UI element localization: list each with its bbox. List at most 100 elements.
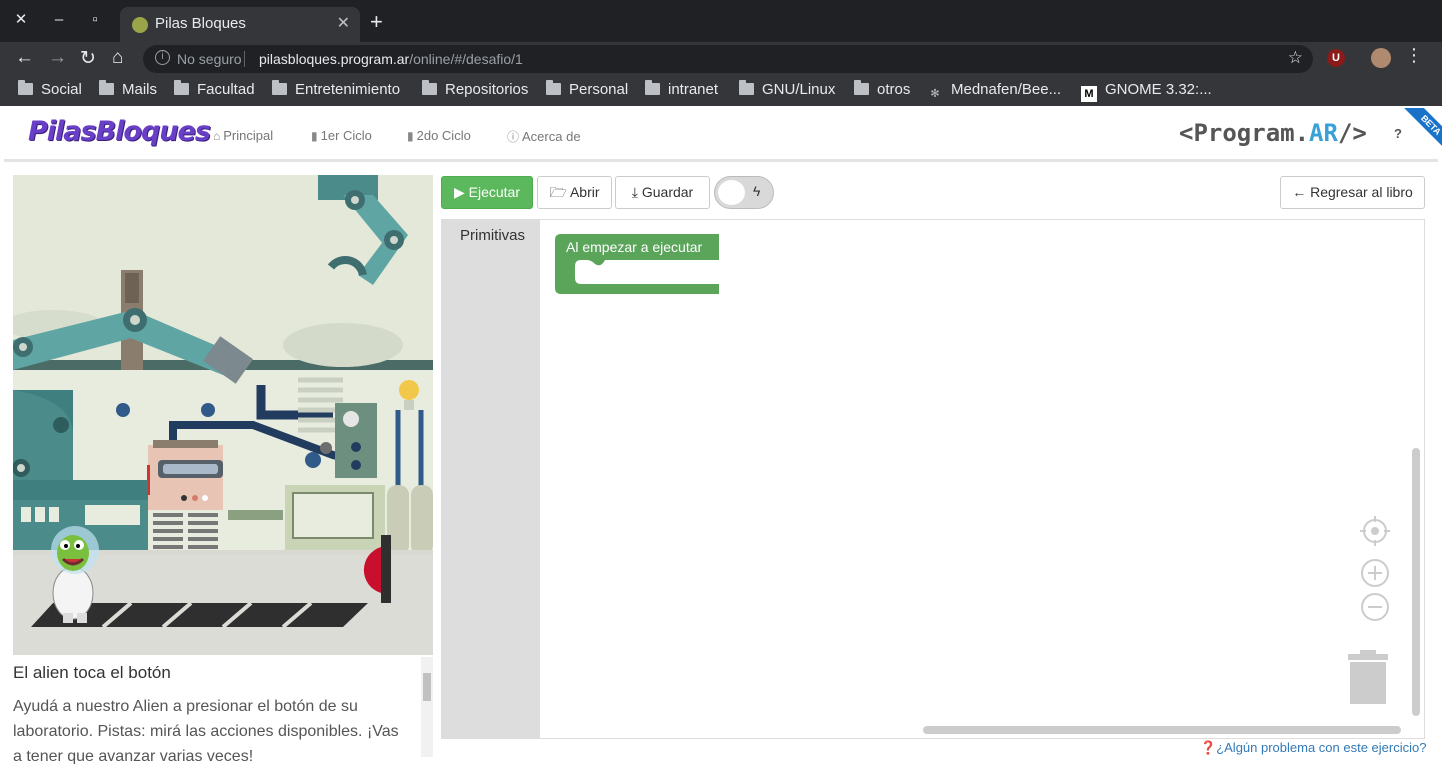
bookmark-folder[interactable]: Social <box>18 80 82 98</box>
turbo-mode-toggle[interactable]: ϟ <box>714 176 774 209</box>
start-block[interactable]: Al empezar a ejecutar <box>555 234 725 305</box>
challenge-description-panel: El alien toca el botón Ayudá a nuestro A… <box>13 657 433 764</box>
main-content: El alien toca el botón Ayudá a nuestro A… <box>4 165 1438 764</box>
info-icon[interactable]: i <box>155 50 170 65</box>
new-tab-button[interactable]: + <box>370 9 383 35</box>
nav-label: Principal <box>223 128 274 143</box>
forward-arrow-icon[interactable]: → <box>48 47 67 69</box>
tab-title: Pilas Bloques <box>155 15 246 32</box>
report-problem-link[interactable]: ❓¿Algún problema con este ejercicio? <box>1200 740 1426 756</box>
description-scrollbar[interactable] <box>421 657 433 757</box>
zoom-in-icon-shape <box>1361 559 1389 587</box>
bookmark-folder[interactable]: Entretenimiento <box>272 80 401 98</box>
bookmark-label: Facultad <box>197 81 255 98</box>
alien-lab-illustration <box>13 175 433 655</box>
bookmark-folder[interactable]: Repositorios <box>422 80 528 98</box>
browser-tab[interactable]: Pilas Bloques ✕ <box>120 7 360 42</box>
back-arrow-icon[interactable]: ← <box>15 47 34 69</box>
bookmark-label: Personal <box>569 81 629 98</box>
save-label: Guardar <box>641 184 694 200</box>
bookmark-folder[interactable]: otros <box>854 80 910 98</box>
lightning-icon: ϟ <box>753 183 761 199</box>
book-icon: ▮ <box>311 129 318 143</box>
challenge-scene <box>13 175 433 655</box>
reload-icon[interactable]: ↻ <box>80 47 96 70</box>
zoom-in-icon[interactable] <box>1360 558 1390 593</box>
nav-2do-ciclo[interactable]: ▮ 2do Ciclo <box>407 128 471 143</box>
url-text[interactable]: pilasbloques.program.ar/online/#/desafio… <box>259 51 523 67</box>
app-navbar: PilasBloques ⌂ Principal ▮ 1er Ciclo ▮ 2do … <box>4 108 1438 162</box>
nav-acerca-de[interactable]: ⓘ Acerca de <box>507 128 581 145</box>
start-block-label: Al empezar a ejecutar <box>566 239 703 255</box>
address-bar[interactable]: i No seguro pilasbloques.program.ar/onli… <box>143 45 1313 73</box>
window-close-button[interactable]: ✕ <box>10 9 32 31</box>
bookmark-label: Entretenimiento <box>295 81 401 98</box>
bookmark-folder[interactable]: Mails <box>99 80 158 98</box>
toolbox-category-primitivas[interactable]: Primitivas <box>460 227 525 244</box>
nav-1er-ciclo[interactable]: ▮ 1er Ciclo <box>311 128 372 143</box>
nav-label: Acerca de <box>522 129 581 144</box>
blocks-toolbox: Primitivas <box>442 220 540 738</box>
workspace-horizontal-scrollbar[interactable] <box>923 726 1401 734</box>
nav-principal[interactable]: ⌂ Principal <box>213 128 273 143</box>
folder-icon <box>546 80 561 95</box>
folder-icon <box>99 80 114 95</box>
download-icon: ⤓ <box>631 184 642 200</box>
extension-icon[interactable]: U <box>1327 49 1345 67</box>
trash-icon[interactable] <box>1346 650 1390 711</box>
trash-icon-shape <box>1348 650 1388 704</box>
bookmark-folder[interactable]: Facultad <box>174 80 255 98</box>
challenge-title: El alien toca el botón <box>13 663 171 682</box>
bookmark-folder[interactable]: intranet <box>645 80 718 98</box>
report-problem-label: ¿Algún problema con este ejercicio? <box>1216 740 1427 755</box>
back-to-book-button[interactable]: ← Regresar al libro <box>1280 176 1425 209</box>
book-icon: ▮ <box>407 129 414 143</box>
back-label: Regresar al libro <box>1310 184 1413 200</box>
tab-favicon-icon <box>132 17 148 33</box>
tab-close-icon[interactable]: ✕ <box>337 13 350 33</box>
url-host: pilasbloques.program.ar <box>259 51 410 67</box>
folder-icon <box>739 80 754 95</box>
blockly-workspace[interactable]: Primitivas Al empezar a ejecutar <box>441 219 1425 739</box>
window-maximize-button[interactable]: ▫ <box>84 9 106 31</box>
bee-icon: ✻ <box>930 88 940 100</box>
browser-toolbar: ← → ↻ ⌂ i No seguro pilasbloques.program… <box>0 42 1442 76</box>
bookmark-folder[interactable]: Personal <box>546 80 629 98</box>
window-minimize-button[interactable]: – <box>48 9 70 31</box>
folder-icon <box>18 80 33 95</box>
zoom-out-icon[interactable] <box>1360 592 1390 627</box>
recenter-icon-shape <box>1360 516 1390 546</box>
recenter-icon[interactable] <box>1360 516 1390 551</box>
save-button[interactable]: ⤓ Guardar <box>615 176 710 209</box>
folder-icon <box>174 80 189 95</box>
bookmark-label: GNU/Linux <box>762 81 836 98</box>
home-icon: ⌂ <box>213 129 221 143</box>
bookmark-label: Social <box>41 81 82 98</box>
address-divider <box>244 51 245 67</box>
scrollbar-thumb[interactable] <box>423 673 431 701</box>
bookmark-label: Mails <box>122 81 158 98</box>
run-button[interactable]: ▶ Ejecutar <box>441 176 533 209</box>
profile-avatar[interactable] <box>1371 48 1391 68</box>
pilasbloques-logo[interactable]: PilasBloques <box>28 116 211 147</box>
nav-label: 2do Ciclo <box>416 128 471 143</box>
question-circle-icon: ❓ <box>1200 740 1217 755</box>
bookmark-folder[interactable]: GNU/Linux <box>739 80 836 98</box>
folder-icon <box>272 80 287 95</box>
program-ar-logo[interactable]: <Program.AR/> <box>1179 119 1367 147</box>
run-label: Ejecutar <box>468 184 520 200</box>
url-path: /online/#/desafio/1 <box>409 51 523 67</box>
nav-label: 1er Ciclo <box>320 128 372 143</box>
open-button[interactable]: 🗁 Abrir <box>537 176 612 209</box>
info-icon: ⓘ <box>507 130 520 144</box>
browser-menu-icon[interactable]: ⋮ <box>1405 45 1423 66</box>
arrow-left-icon: ← <box>1292 184 1311 200</box>
bookmark-label: Mednafen/Bee... <box>951 81 1062 98</box>
bookmark-link[interactable]: ✻ Mednafen/Bee... <box>927 81 1061 102</box>
workspace-vertical-scrollbar[interactable] <box>1412 448 1420 716</box>
folder-icon <box>422 80 437 95</box>
bookmark-star-icon[interactable]: ☆ <box>1288 48 1303 68</box>
folder-icon <box>645 80 660 95</box>
home-icon[interactable]: ⌂ <box>112 47 123 69</box>
bookmark-link[interactable]: M GNOME 3.32:... <box>1081 81 1212 102</box>
